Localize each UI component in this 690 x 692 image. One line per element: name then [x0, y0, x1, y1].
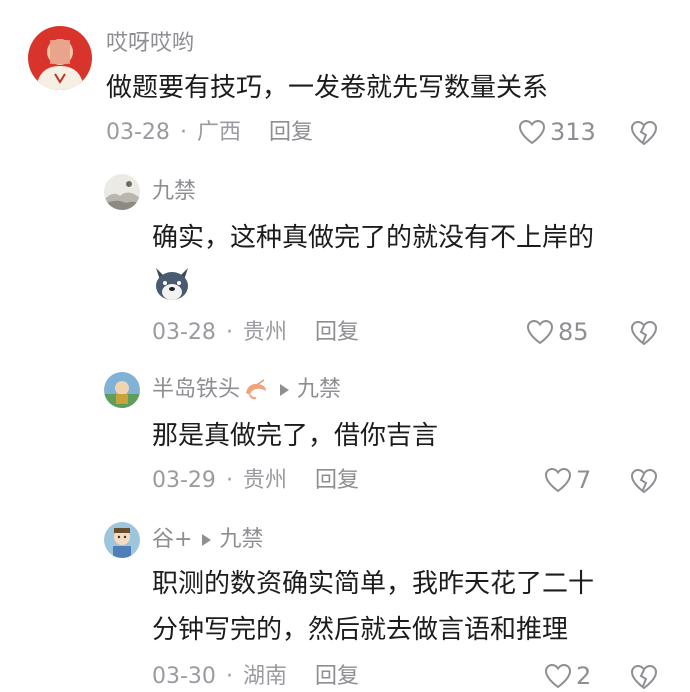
heart-icon	[544, 663, 572, 689]
reply-to-name[interactable]: 九禁	[297, 376, 341, 404]
reply-to-name[interactable]: 九禁	[219, 526, 263, 554]
like-count: 7	[576, 466, 592, 494]
reply-button[interactable]: 回复	[315, 318, 359, 348]
dog-emoji-sticker-icon	[150, 262, 194, 306]
dislike-button[interactable]	[630, 468, 658, 494]
like-button[interactable]: 7	[544, 466, 591, 494]
dislike-button[interactable]	[630, 120, 658, 146]
separator: ·	[225, 320, 233, 345]
comment-text: 那是真做完了，借你吉言	[152, 421, 439, 451]
comment-region: 湖南	[242, 664, 287, 689]
like-button[interactable]: 2	[544, 662, 591, 690]
avatar[interactable]	[104, 522, 140, 558]
comment-date: 03-29	[152, 468, 216, 493]
reply-arrow-icon	[202, 534, 212, 546]
cartoon-avatar-icon	[104, 372, 140, 408]
comment-text: 做题要有技巧，一发卷就先写数量关系	[106, 73, 549, 103]
broken-heart-icon	[630, 664, 658, 690]
dislike-button[interactable]	[630, 664, 658, 690]
avatar[interactable]	[104, 174, 140, 210]
like-button[interactable]: 85	[526, 318, 589, 346]
comment-text: 分钟写完的，然后就去做言语和推理	[152, 615, 569, 645]
reply-button[interactable]: 回复	[315, 466, 359, 496]
broken-heart-icon	[630, 320, 658, 346]
comment-text: 确实，这种真做完了的就没有不上岸的	[152, 223, 595, 253]
reply-button[interactable]: 回复	[315, 662, 359, 692]
dislike-button[interactable]	[630, 320, 658, 346]
avatar[interactable]	[28, 26, 92, 90]
broken-heart-icon	[630, 120, 658, 146]
comment-date: 03-30	[152, 664, 216, 689]
landscape-avatar-icon	[104, 174, 140, 210]
comment-meta: 03-28 · 广西 回复	[106, 118, 313, 148]
comment-author[interactable]: 九禁	[152, 178, 196, 206]
comment-author[interactable]: 哎呀哎哟	[106, 30, 194, 58]
separator: ·	[225, 468, 233, 493]
heart-icon	[518, 119, 546, 145]
shrimp-icon	[242, 379, 270, 401]
like-count: 85	[558, 318, 589, 346]
reply-arrow-icon	[280, 384, 290, 396]
reply-button[interactable]: 回复	[269, 118, 313, 148]
separator: ·	[225, 664, 233, 689]
comment-meta: 03-30 · 湖南 回复	[152, 662, 359, 692]
cartoon-avatar-icon	[104, 522, 140, 558]
heart-icon	[544, 467, 572, 493]
broken-heart-icon	[630, 468, 658, 494]
like-count: 313	[550, 118, 596, 146]
person-avatar-icon	[28, 26, 92, 90]
author-name: 半岛铁头	[152, 377, 241, 402]
comment-date: 03-28	[152, 320, 216, 345]
comment-author[interactable]: 半岛铁头 九禁	[152, 376, 341, 404]
separator: ·	[179, 120, 187, 145]
heart-icon	[526, 319, 554, 345]
comment-date: 03-28	[106, 120, 170, 145]
comment-region: 贵州	[242, 320, 287, 345]
comment-author[interactable]: 谷+ 九禁	[152, 526, 263, 554]
comment-meta: 03-28 · 贵州 回复	[152, 318, 359, 348]
comment-text: 职测的数资确实简单，我昨天花了二十	[152, 569, 595, 599]
comment-meta: 03-29 · 贵州 回复	[152, 466, 359, 496]
comment-region: 广西	[196, 120, 241, 145]
comment-region: 贵州	[242, 468, 287, 493]
like-count: 2	[576, 662, 592, 690]
author-name: 谷+	[152, 527, 193, 552]
avatar[interactable]	[104, 372, 140, 408]
like-button[interactable]: 313	[518, 118, 596, 146]
